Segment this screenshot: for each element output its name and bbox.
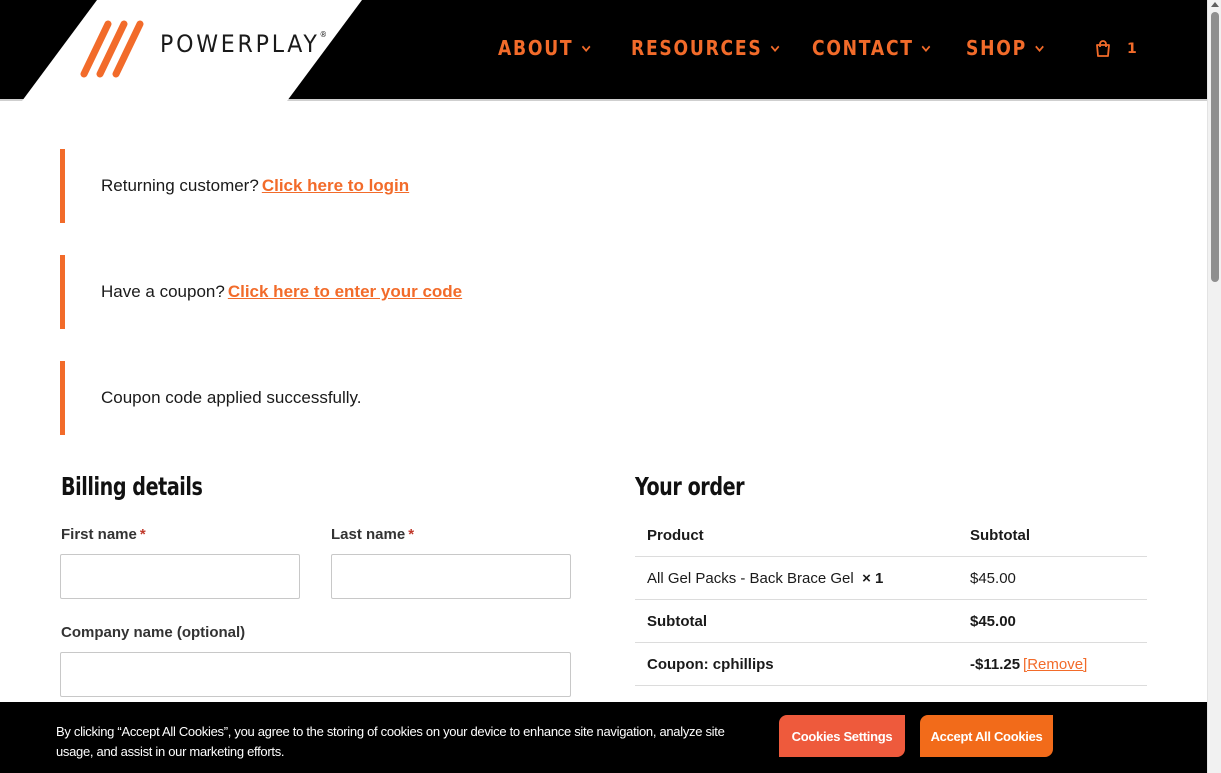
nav-item-resources[interactable]: RESOURCES	[631, 36, 781, 60]
notice-text: Returning customer?	[101, 176, 259, 195]
scroll-up-arrow-icon[interactable]	[1211, 2, 1219, 7]
coupon-applied-notice: Coupon code applied successfully.	[60, 361, 580, 435]
scrollbar-thumb[interactable]	[1211, 12, 1219, 282]
order-title: Your order	[635, 472, 745, 501]
last-name-label: Last name *	[331, 526, 415, 543]
accept-all-cookies-button[interactable]: Accept All Cookies	[920, 715, 1053, 757]
notice-text: Coupon code applied successfully.	[101, 388, 362, 407]
chevron-down-icon	[1035, 45, 1044, 52]
cookie-banner-text: By clicking “Accept All Cookies”, you ag…	[56, 724, 725, 759]
enter-coupon-link[interactable]: Click here to enter your code	[228, 282, 462, 302]
cart-count: 1	[1127, 41, 1137, 57]
nav-label: SHOP	[966, 36, 1027, 60]
coupon-discount: -$11.25	[970, 656, 1021, 673]
subtotal-label: Subtotal	[647, 613, 707, 630]
coupon-notice: Have a coupon? Click here to enter your …	[60, 255, 580, 329]
company-name-field[interactable]	[60, 652, 571, 697]
nav-label: CONTACT	[812, 36, 914, 60]
nav-item-about[interactable]: ABOUT	[498, 36, 591, 60]
nav-item-shop[interactable]: SHOP	[966, 36, 1045, 60]
chevron-down-icon	[921, 45, 931, 52]
login-link[interactable]: Click here to login	[262, 176, 409, 196]
subtotal-row: Subtotal $45.00	[635, 600, 1147, 643]
site-header: POWERPLAY® ABOUT RESOURCES CONTACT SHOP …	[0, 0, 1207, 101]
product-price: $45.00	[970, 570, 1016, 587]
product-cell: All Gel Packs - Back Brace Gel × 1	[647, 570, 884, 587]
logo-text: POWERPLAY®	[160, 30, 328, 58]
table-row: All Gel Packs - Back Brace Gel × 1 $45.0…	[635, 557, 1147, 600]
chevron-down-icon	[770, 45, 780, 52]
cart-icon	[1096, 40, 1110, 57]
first-name-field[interactable]	[60, 554, 300, 599]
cookie-banner: By clicking “Accept All Cookies”, you ag…	[0, 702, 1207, 773]
coupon-cell: -$11.25 [Remove]	[970, 656, 1087, 673]
cart-button[interactable]: 1	[1093, 39, 1137, 59]
first-name-label: First name *	[61, 526, 146, 543]
product-header: Product	[647, 527, 704, 544]
subtotal-value: $45.00	[970, 613, 1016, 630]
chevron-down-icon	[581, 45, 591, 52]
product-qty: × 1	[862, 570, 884, 587]
subtotal-header: Subtotal	[970, 527, 1030, 544]
table-header-row: Product Subtotal	[635, 514, 1147, 557]
login-notice: Returning customer? Click here to login	[60, 149, 580, 223]
cookies-settings-button[interactable]: Cookies Settings	[779, 715, 905, 757]
order-table: Product Subtotal All Gel Packs - Back Br…	[635, 514, 1147, 686]
logo-stripes-icon	[80, 20, 144, 78]
billing-title: Billing details	[61, 472, 203, 501]
last-name-field[interactable]	[331, 554, 571, 599]
coupon-row: Coupon: cphillips -$11.25 [Remove]	[635, 643, 1147, 686]
page-scrollbar[interactable]	[1207, 0, 1221, 773]
nav-label: RESOURCES	[631, 36, 763, 60]
logo[interactable]: POWERPLAY®	[22, 0, 362, 101]
notice-text: Have a coupon?	[101, 282, 225, 301]
remove-coupon-link[interactable]: [Remove]	[1023, 656, 1087, 673]
nav-label: ABOUT	[498, 36, 574, 60]
coupon-label: Coupon: cphillips	[647, 656, 774, 673]
company-name-label: Company name (optional)	[61, 624, 246, 641]
nav-item-contact[interactable]: CONTACT	[812, 36, 932, 60]
